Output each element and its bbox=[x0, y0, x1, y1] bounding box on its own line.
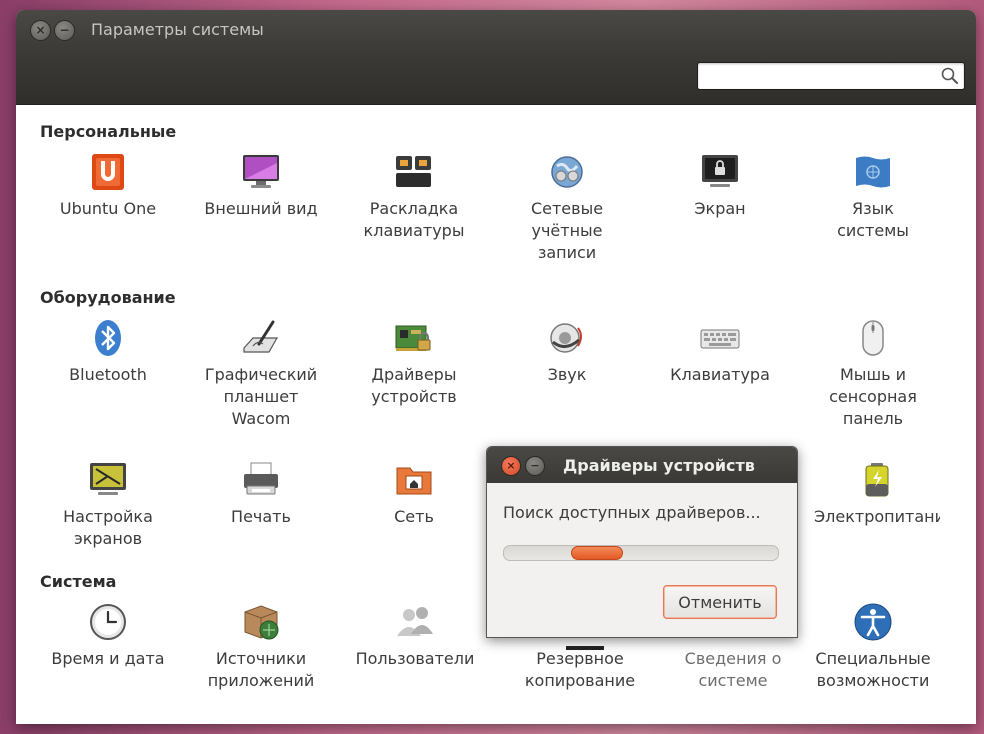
close-window-button[interactable]: × bbox=[30, 20, 51, 41]
settings-item-power[interactable]: Электропитание bbox=[814, 460, 940, 528]
progress-pulse bbox=[571, 546, 623, 560]
settings-item-language[interactable]: Язык системы bbox=[800, 152, 946, 242]
displays-icon bbox=[90, 463, 126, 495]
minimize-icon: − bbox=[530, 459, 540, 472]
close-icon: × bbox=[35, 23, 46, 37]
item-label: Bluetooth bbox=[69, 365, 147, 384]
settings-item-wacom[interactable]: Графический планшет Wacom bbox=[188, 318, 334, 430]
network-icon bbox=[396, 467, 432, 495]
item-label: Печать bbox=[231, 507, 291, 526]
item-label: Сведения о системе bbox=[684, 649, 782, 690]
dialog-message: Поиск доступных драйверов... bbox=[503, 503, 761, 522]
item-label: Сеть bbox=[394, 507, 434, 526]
item-label: Клавиатура bbox=[670, 365, 770, 384]
settings-item-system-info[interactable]: Сведения о системе bbox=[660, 648, 806, 692]
progress-bar bbox=[503, 545, 779, 561]
settings-item-printing[interactable]: Печать bbox=[188, 460, 334, 528]
device-drivers-dialog: × − Драйверы устройств Поиск доступных д… bbox=[486, 446, 798, 638]
item-label: Язык системы bbox=[837, 199, 909, 240]
item-label: Настройка экранов bbox=[63, 507, 153, 548]
wacom-tablet-icon bbox=[243, 320, 279, 353]
settings-item-mouse-touchpad[interactable]: Мышь и сенсорная панель bbox=[800, 318, 946, 430]
settings-item-appearance[interactable]: Внешний вид bbox=[188, 152, 334, 220]
settings-item-screen[interactable]: Экран bbox=[647, 152, 793, 220]
dialog-minimize-button[interactable]: − bbox=[525, 456, 545, 476]
settings-item-sound[interactable]: Звук bbox=[494, 318, 640, 386]
keyboard-layout-icon bbox=[396, 156, 431, 187]
item-label: Экран bbox=[694, 199, 746, 218]
item-label: Звук bbox=[547, 365, 587, 384]
screen-lock-icon bbox=[702, 155, 738, 187]
keyboard-icon bbox=[700, 329, 740, 349]
appearance-monitor-icon bbox=[243, 155, 279, 188]
settings-item-users[interactable]: Пользователи bbox=[351, 602, 479, 670]
search-icon[interactable] bbox=[940, 66, 960, 86]
item-label: Графический планшет Wacom bbox=[204, 365, 318, 428]
item-label: Специальные возможности bbox=[815, 649, 931, 690]
item-label: Драйверы устройств bbox=[371, 365, 457, 406]
online-accounts-icon bbox=[551, 156, 583, 188]
clock-icon bbox=[90, 604, 126, 640]
item-label: Резервное копирование bbox=[524, 649, 636, 690]
settings-item-device-drivers[interactable]: Драйверы устройств bbox=[341, 318, 487, 408]
minimize-window-button[interactable]: − bbox=[54, 20, 75, 41]
sound-icon bbox=[550, 323, 582, 353]
search-input[interactable] bbox=[702, 65, 934, 87]
bluetooth-icon bbox=[95, 320, 121, 356]
window-title: Параметры системы bbox=[91, 20, 264, 39]
item-label: Электропитание bbox=[814, 507, 940, 526]
toolbar bbox=[16, 50, 976, 105]
language-flag-icon bbox=[856, 156, 890, 188]
dialog-title: Драйверы устройств bbox=[563, 456, 755, 475]
ubuntu-one-icon bbox=[92, 154, 124, 190]
settings-item-accessibility[interactable]: Специальные возможности bbox=[800, 602, 946, 692]
item-label: Раскладка клавиатуры bbox=[363, 199, 465, 240]
item-label: Время и дата bbox=[51, 649, 165, 668]
settings-item-ubuntu-one[interactable]: Ubuntu One bbox=[35, 152, 181, 220]
settings-item-time-date[interactable]: Время и дата bbox=[35, 602, 181, 670]
settings-item-software-sources[interactable]: Источники приложений bbox=[188, 602, 334, 692]
settings-item-keyboard[interactable]: Клавиатура bbox=[647, 318, 793, 386]
cancel-button[interactable]: Отменить bbox=[663, 585, 777, 619]
accessibility-icon bbox=[854, 603, 892, 641]
settings-item-online-accounts[interactable]: Сетевые учётные записи bbox=[494, 152, 640, 264]
device-drivers-icon bbox=[395, 325, 431, 351]
section-title-personal: Персональные bbox=[40, 122, 177, 141]
settings-item-network[interactable]: Сеть bbox=[341, 460, 487, 528]
item-label: Сетевые учётные записи bbox=[530, 199, 604, 262]
mouse-icon bbox=[862, 320, 884, 356]
item-label: Внешний вид bbox=[204, 199, 318, 218]
item-label: Мышь и сенсорная панель bbox=[829, 365, 917, 428]
settings-item-bluetooth[interactable]: Bluetooth bbox=[35, 318, 181, 386]
settings-item-keyboard-layout[interactable]: Раскладка клавиатуры bbox=[341, 152, 487, 242]
item-label: Пользователи bbox=[355, 649, 475, 668]
window-titlebar[interactable]: × − Параметры системы bbox=[16, 10, 976, 50]
settings-item-backup[interactable]: Резервное копирование bbox=[507, 648, 653, 692]
search-box[interactable] bbox=[697, 62, 965, 90]
dialog-close-button[interactable]: × bbox=[501, 456, 521, 476]
power-battery-icon bbox=[865, 463, 889, 497]
settings-item-displays[interactable]: Настройка экранов bbox=[35, 460, 181, 550]
dialog-titlebar[interactable]: × − Драйверы устройств bbox=[487, 447, 797, 483]
printer-icon bbox=[244, 462, 278, 495]
section-title-system: Система bbox=[40, 572, 117, 591]
users-icon bbox=[397, 607, 433, 636]
close-icon: × bbox=[506, 459, 516, 472]
section-title-hardware: Оборудование bbox=[40, 288, 176, 307]
item-label: Ubuntu One bbox=[59, 199, 157, 218]
minimize-icon: − bbox=[59, 23, 70, 37]
software-sources-icon bbox=[244, 605, 279, 640]
item-label: Источники приложений bbox=[207, 649, 315, 690]
